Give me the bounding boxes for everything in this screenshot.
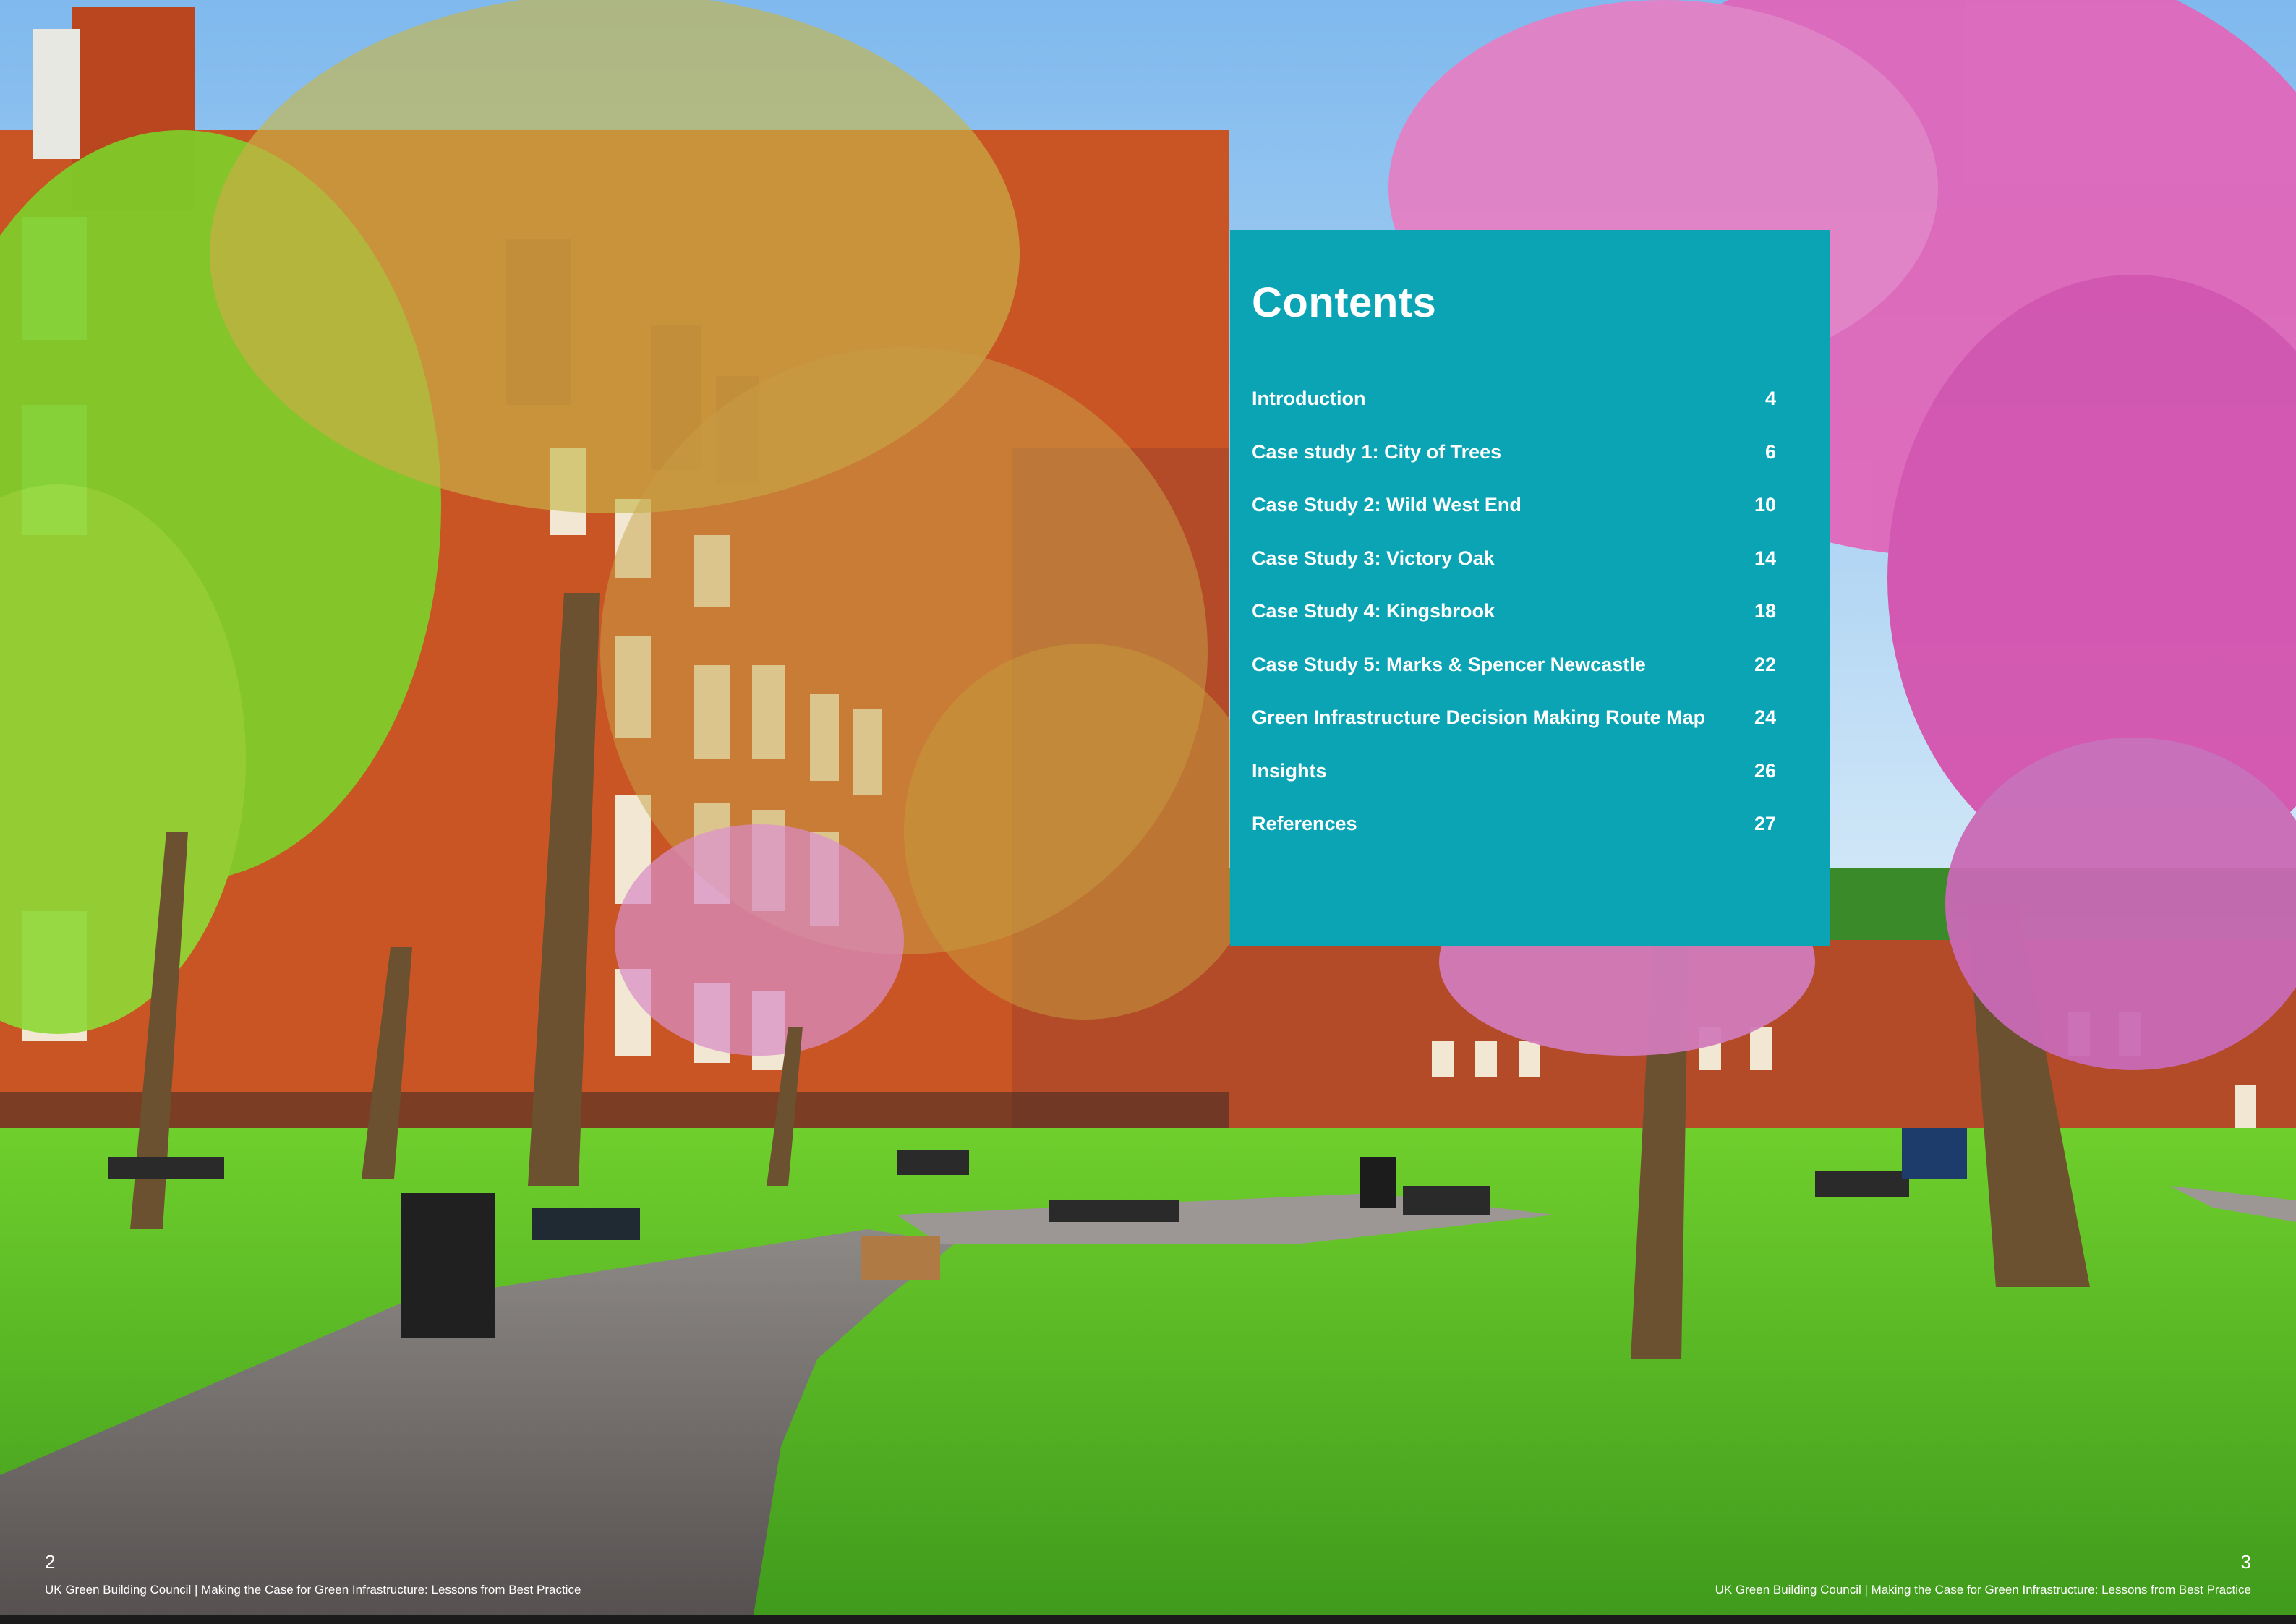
toc-label: Green Infrastructure Decision Making Rou… bbox=[1252, 706, 1706, 728]
toc-entry-references[interactable]: References 27 bbox=[1252, 813, 1776, 866]
toc-entry-case-study-1[interactable]: Case study 1: City of Trees 6 bbox=[1252, 441, 1776, 495]
contents-panel: Contents Introduction 4 Case study 1: Ci… bbox=[1230, 230, 1830, 946]
contents-title: Contents bbox=[1252, 279, 1437, 326]
toc-page-number: 27 bbox=[1754, 813, 1776, 834]
toc-entry-introduction[interactable]: Introduction 4 bbox=[1252, 388, 1776, 441]
toc-page-number: 4 bbox=[1764, 388, 1776, 409]
toc-entry-case-study-2[interactable]: Case Study 2: Wild West End 10 bbox=[1252, 494, 1776, 547]
toc-entry-insights[interactable]: Insights 26 bbox=[1252, 760, 1776, 813]
toc-page-number: 24 bbox=[1754, 706, 1776, 728]
toc-label: Insights bbox=[1252, 759, 1327, 782]
toc-page-number: 22 bbox=[1754, 653, 1776, 675]
toc-label: Introduction bbox=[1252, 388, 1366, 409]
toc-entry-case-study-3[interactable]: Case Study 3: Victory Oak 14 bbox=[1252, 547, 1776, 601]
toc-label: Case Study 3: Victory Oak bbox=[1252, 547, 1495, 569]
toc-page-number: 26 bbox=[1754, 759, 1776, 782]
toc-entry-case-study-5[interactable]: Case Study 5: Marks & Spencer Newcastle … bbox=[1252, 654, 1776, 707]
left-page-number: 2 bbox=[45, 1551, 56, 1573]
toc-entry-route-map[interactable]: Green Infrastructure Decision Making Rou… bbox=[1252, 706, 1776, 760]
toc-label: References bbox=[1252, 813, 1357, 834]
left-footer-text: UK Green Building Council | Making the C… bbox=[45, 1583, 581, 1597]
right-footer-text: UK Green Building Council | Making the C… bbox=[1715, 1583, 2251, 1597]
right-page-number: 3 bbox=[2240, 1551, 2251, 1573]
toc-entry-case-study-4[interactable]: Case Study 4: Kingsbrook 18 bbox=[1252, 600, 1776, 654]
bottom-edge-strip bbox=[0, 1615, 2296, 1624]
toc-label: Case Study 5: Marks & Spencer Newcastle bbox=[1252, 653, 1646, 675]
toc-page-number: 10 bbox=[1754, 494, 1776, 516]
park-photo bbox=[0, 0, 2296, 1624]
toc-page-number: 18 bbox=[1754, 600, 1776, 622]
toc-page-number: 6 bbox=[1764, 440, 1776, 463]
toc-page-number: 14 bbox=[1754, 547, 1776, 569]
toc-label: Case Study 2: Wild West End bbox=[1252, 494, 1522, 516]
toc-label: Case study 1: City of Trees bbox=[1252, 440, 1502, 463]
toc-label: Case Study 4: Kingsbrook bbox=[1252, 600, 1495, 622]
table-of-contents: Introduction 4 Case study 1: City of Tre… bbox=[1252, 388, 1776, 866]
